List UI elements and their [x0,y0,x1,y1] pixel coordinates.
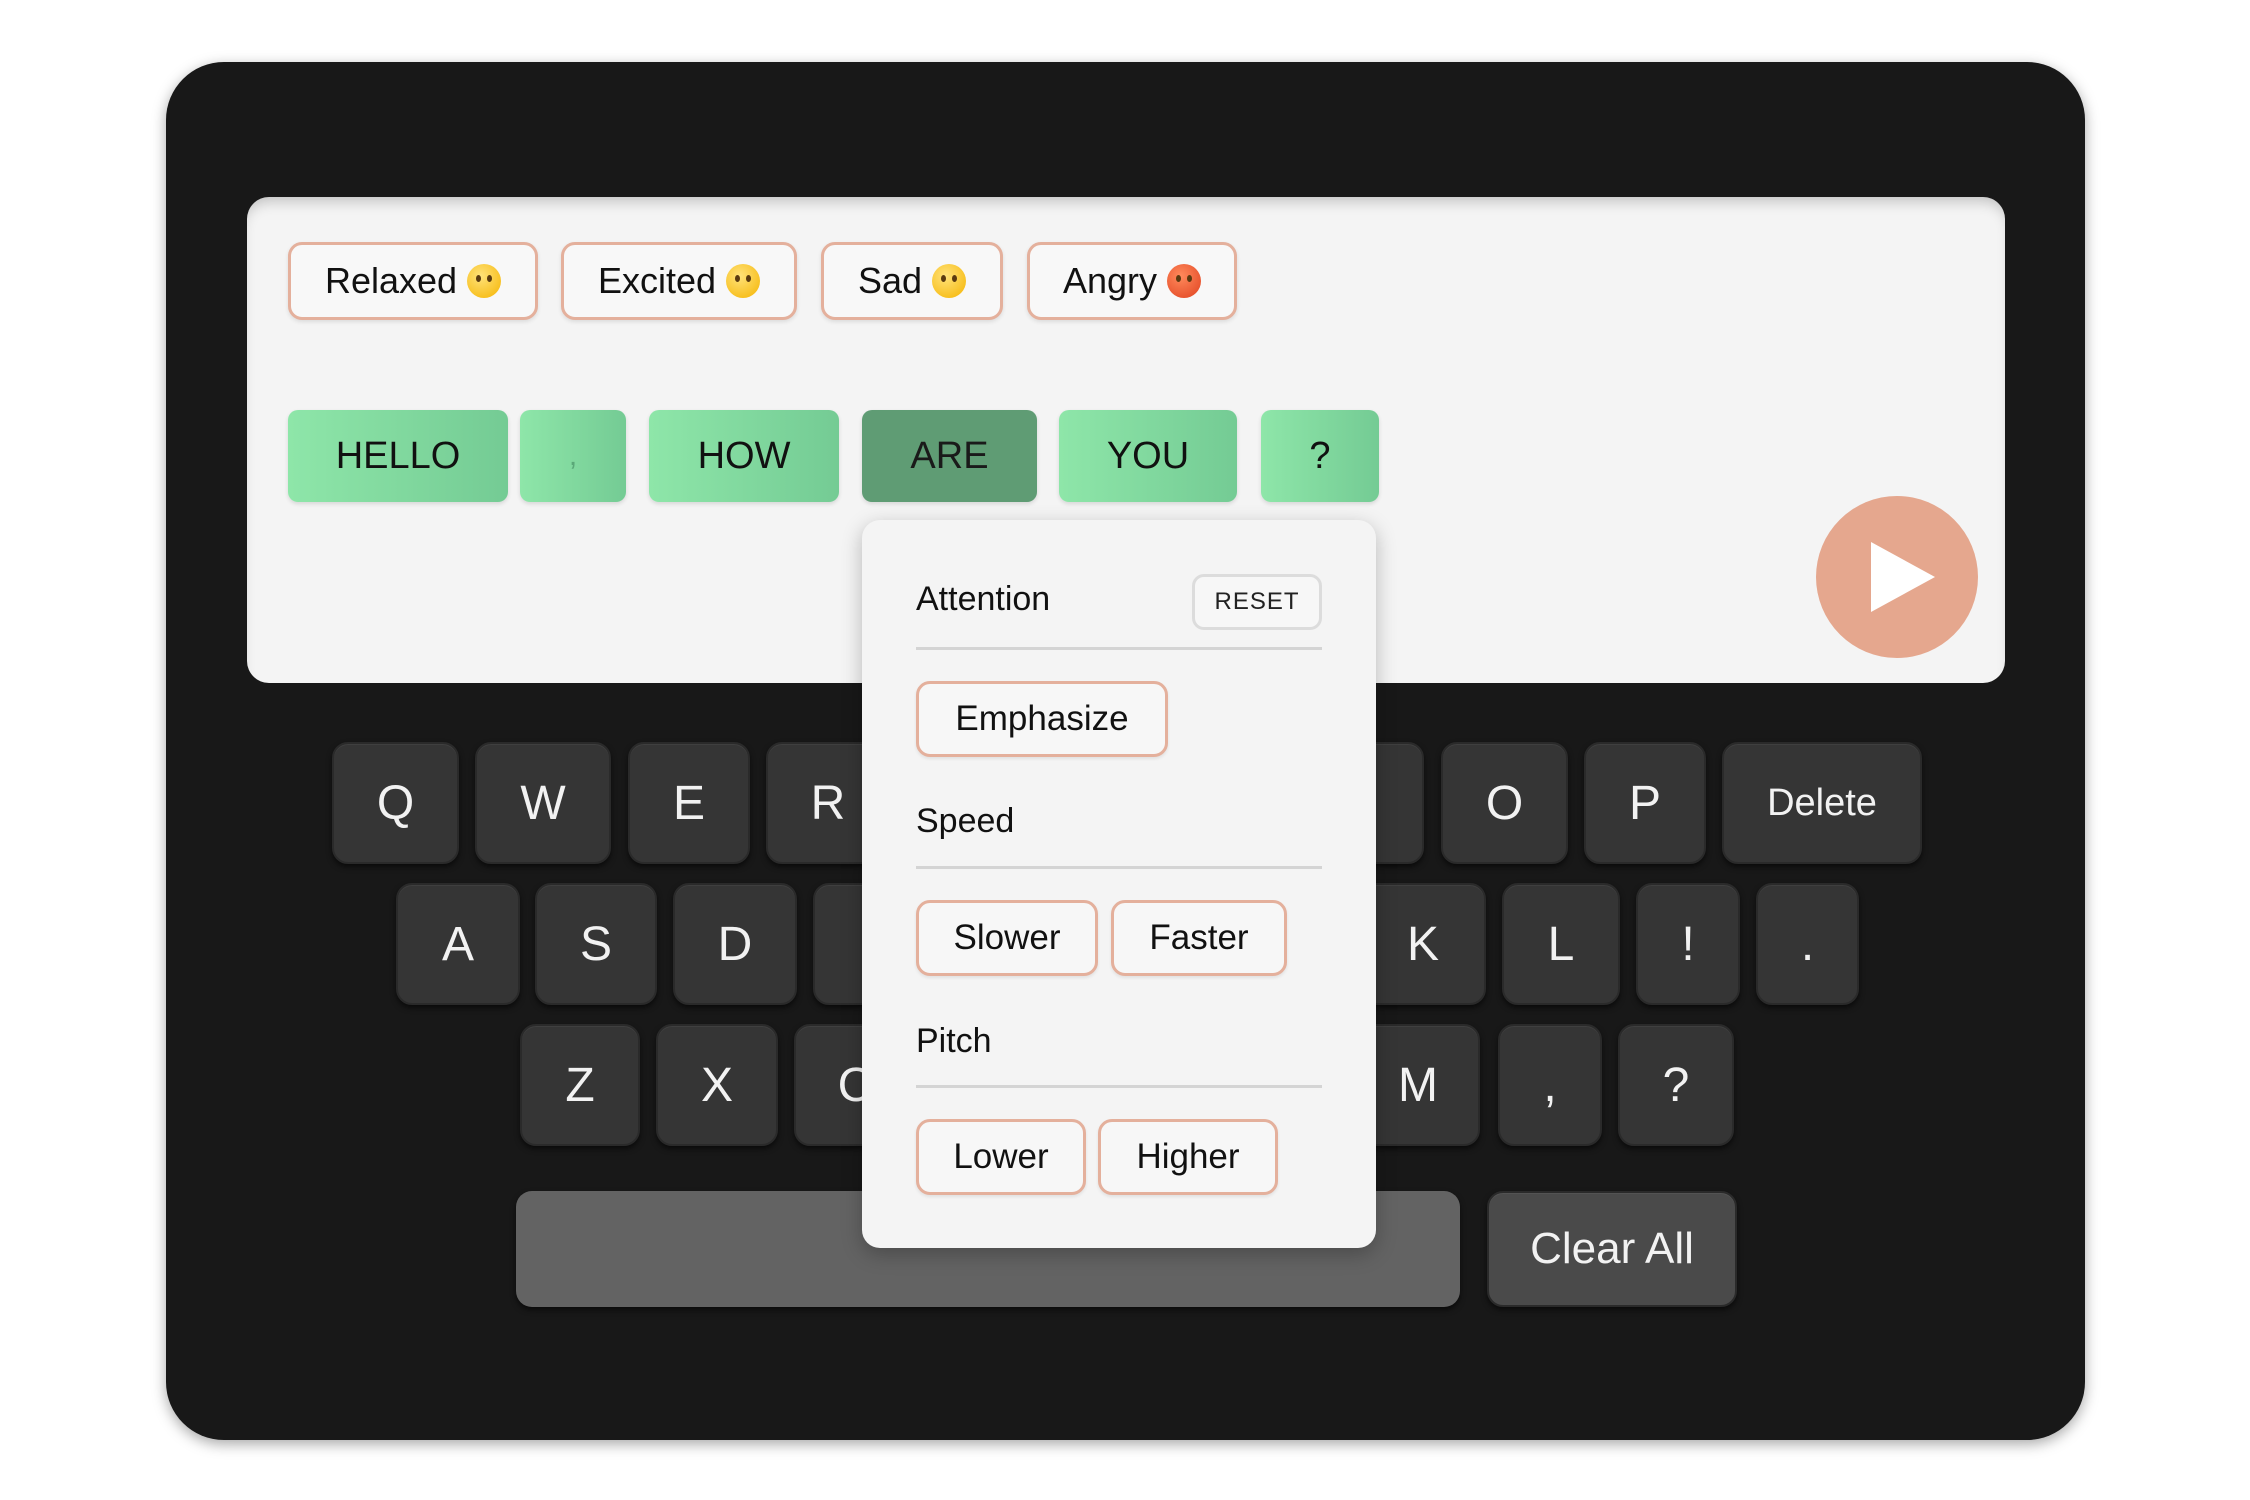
play-button[interactable] [1816,496,1978,658]
emotion-label: Angry [1062,260,1158,301]
emphasize-button[interactable]: Emphasize [916,681,1168,757]
angry-face-icon [1167,264,1202,298]
key-l[interactable]: L [1502,883,1620,1005]
relieved-face-icon [467,264,502,298]
key-p[interactable]: P [1584,742,1706,864]
key-a[interactable]: A [396,883,520,1005]
word-options-popup: Attention RESET Emphasize Speed Slower F… [862,520,1376,1248]
key-q[interactable]: Q [332,742,459,864]
pitch-title: Pitch [916,1022,992,1060]
word-tile[interactable]: , [520,410,626,502]
grinning-face-icon [726,264,761,298]
clear-all-button[interactable]: Clear All [1487,1191,1737,1307]
key-o[interactable]: O [1441,742,1568,864]
play-icon [1871,542,1935,612]
emotion-button-angry[interactable]: Angry [1027,242,1237,320]
key-k[interactable]: K [1360,883,1486,1005]
divider [916,647,1322,650]
divider [916,1085,1322,1088]
emotion-button-excited[interactable]: Excited [561,242,797,320]
key-z[interactable]: Z [520,1024,640,1146]
key-d[interactable]: D [673,883,797,1005]
word-tile[interactable]: ? [1261,410,1379,502]
delete-key[interactable]: Delete [1722,742,1922,864]
slower-button[interactable]: Slower [916,900,1098,976]
reset-button[interactable]: RESET [1192,574,1322,630]
divider [916,866,1322,869]
speed-title: Speed [916,802,1015,840]
key-period[interactable]: . [1756,883,1859,1005]
word-tile[interactable]: HELLO [288,410,508,502]
higher-button[interactable]: Higher [1098,1119,1278,1195]
emotion-button-relaxed[interactable]: Relaxed [288,242,538,320]
key-w[interactable]: W [475,742,611,864]
key-e[interactable]: E [628,742,750,864]
word-tile[interactable]: HOW [649,410,839,502]
key-s[interactable]: S [535,883,657,1005]
pensive-face-icon [932,264,967,298]
emotion-label: Relaxed [324,260,458,301]
key-exclamation[interactable]: ! [1636,883,1740,1005]
emotion-label: Sad [857,260,923,301]
word-tile-selected[interactable]: ARE [862,410,1037,502]
faster-button[interactable]: Faster [1111,900,1287,976]
word-tile[interactable]: YOU [1059,410,1237,502]
key-comma[interactable]: , [1498,1024,1602,1146]
emotion-label: Excited [597,260,717,301]
lower-button[interactable]: Lower [916,1119,1086,1195]
emotion-button-sad[interactable]: Sad [821,242,1003,320]
attention-title: Attention [916,580,1051,618]
key-x[interactable]: X [656,1024,778,1146]
key-question[interactable]: ? [1618,1024,1734,1146]
